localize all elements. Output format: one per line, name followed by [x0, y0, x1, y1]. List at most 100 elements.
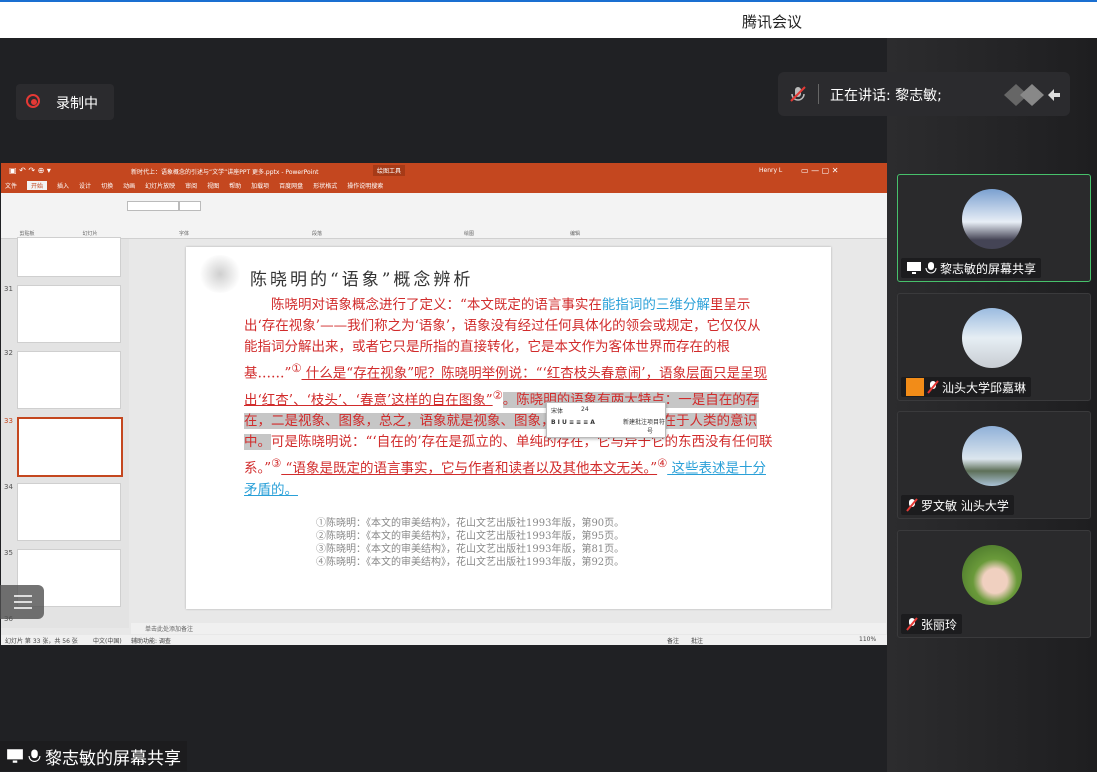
participant-tile[interactable]: 罗文敏 汕头大学 — [897, 411, 1091, 519]
tab-home[interactable]: 开始 — [27, 181, 48, 190]
participants-sidebar — [887, 38, 1097, 772]
footnote-ref: ③ — [271, 457, 282, 470]
app-title: 腾讯会议 — [742, 13, 803, 31]
ribbon-groups: 剪贴板 幻灯片 字体 段落 绘图 编辑 — [1, 230, 887, 237]
recording-label: 录制中 — [56, 96, 98, 112]
thumb-number: 34 — [4, 483, 13, 491]
tab-addins[interactable]: 加载项 — [251, 181, 269, 190]
slide-title: 陈晓明的“语象”概念辨析 — [250, 270, 474, 290]
tab-animations[interactable]: 动画 — [123, 181, 135, 190]
participant-name: 张丽玲 — [921, 617, 958, 632]
status-language: 中文(中国) — [93, 638, 122, 645]
mic-muted-icon — [790, 86, 806, 102]
record-icon — [26, 94, 40, 108]
body-text: “语象是既定的语言事实，它与作者和读者以及其他本文无关。” — [281, 460, 658, 477]
slide-thumbnails-pane: 31 32 33 34 35 36 — [1, 237, 129, 628]
slide-thumbnail[interactable] — [17, 483, 121, 541]
mic-icon — [28, 749, 41, 762]
mini-size[interactable]: 24 — [581, 406, 589, 413]
slide-thumbnail[interactable] — [17, 351, 121, 409]
back-arrow-icon[interactable] — [1000, 82, 1062, 108]
mini-new-comment[interactable]: 新建批注 — [623, 417, 647, 426]
notes-pane[interactable]: 单击此处添加备注 — [131, 623, 886, 634]
tab-view[interactable]: 视图 — [207, 181, 219, 190]
tab-file[interactable]: 文件 — [5, 181, 17, 190]
thumb-number: 31 — [4, 285, 13, 293]
share-label-text: 黎志敏的屏幕共享 — [45, 748, 181, 769]
thumb-number: 32 — [4, 349, 13, 357]
participant-name: 汕头大学邱嘉琳 — [942, 380, 1027, 395]
tab-design[interactable]: 设计 — [79, 181, 91, 190]
app-titlebar: 腾讯会议 — [0, 0, 1097, 38]
tab-help[interactable]: 帮助 — [229, 181, 241, 190]
mini-bullets[interactable]: 项目符号 — [647, 417, 665, 435]
ppt-titlebar: ▣ ↶ ↷ ⊕ ▾ 新时代上：语象概念的引述与“文学”讲座PPT 更多.pptx… — [1, 163, 887, 193]
mic-icon — [925, 262, 937, 274]
mic-muted-icon — [906, 617, 918, 631]
avatar — [962, 308, 1022, 368]
ppt-statusbar: 幻灯片 第 33 张，共 56 张 中文(中国) 辅助功能: 调查 备注 批注 … — [1, 635, 887, 645]
speaker-bar: 正在讲话: 黎志敏; — [778, 72, 1070, 116]
mini-format-icons[interactable]: B I U ≡ ≡ ≡ A — [551, 419, 595, 426]
thumb-number: 35 — [4, 549, 13, 557]
recording-indicator[interactable]: 录制中 — [16, 84, 114, 120]
slide-thumbnail[interactable] — [17, 285, 121, 343]
font-name-box[interactable] — [127, 201, 179, 211]
mic-muted-icon — [927, 380, 939, 394]
tab-review[interactable]: 审阅 — [185, 181, 197, 190]
zoom-level[interactable]: 110% — [859, 636, 876, 643]
footnote-ref: ② — [492, 388, 503, 402]
footnote: ④陈晓明：《本文的审美结构》，花山文艺出版社1993年版，第92页。 — [316, 557, 625, 568]
ppt-filename: 新时代上：语象概念的引述与“文学”讲座PPT 更多.pptx - PowerPo… — [131, 169, 319, 176]
group-font: 字体 — [178, 231, 189, 237]
status-accessibility[interactable]: 辅助功能: 调查 — [131, 636, 171, 645]
thumb-number: 33 — [4, 417, 13, 425]
mini-toolbar[interactable]: 宋体 24 B I U ≡ ≡ ≡ A 新建批注 项目符号 — [546, 402, 666, 438]
screen-share-icon — [907, 262, 921, 274]
group-editing: 编辑 — [569, 231, 580, 237]
tab-transitions[interactable]: 切换 — [101, 181, 113, 190]
slide-thumbnail[interactable] — [17, 237, 121, 277]
chat-toggle-button[interactable] — [0, 585, 44, 619]
participant-tile[interactable]: 黎志敏的屏幕共享 — [897, 174, 1091, 282]
ppt-tabs: 文件 开始 插入 设计 切换 动画 幻灯片放映 审阅 视图 帮助 加载项 百度网… — [5, 181, 383, 190]
tab-slideshow[interactable]: 幻灯片放映 — [145, 181, 175, 190]
status-notes-button[interactable]: 备注 — [667, 636, 679, 645]
group-drawing: 绘图 — [463, 231, 474, 237]
avatar — [962, 426, 1022, 486]
participant-name: 罗文敏 汕头大学 — [921, 498, 1009, 513]
share-label: 黎志敏的屏幕共享 — [0, 741, 187, 771]
tell-me-search[interactable]: 操作说明搜索 — [347, 181, 383, 190]
ppt-quick-access[interactable]: ▣ ↶ ↷ ⊕ ▾ — [9, 166, 51, 175]
ppt-ribbon: 剪贴板 幻灯片 字体 段落 绘图 编辑 — [1, 193, 887, 239]
status-slide-count: 幻灯片 第 33 张，共 56 张 — [5, 638, 78, 645]
slide-thumbnail-selected[interactable] — [17, 417, 123, 477]
window-controls[interactable]: ▭ — ▢ ✕ — [801, 166, 838, 175]
mini-font[interactable]: 宋体 — [551, 406, 563, 415]
group-paragraph: 段落 — [311, 231, 322, 237]
tab-baidu[interactable]: 百度网盘 — [279, 181, 303, 190]
slide-body-text[interactable]: 陈晓明对语象概念进行了定义：“本文既定的语言事实在能指词的三维分解里呈示出‘存在… — [244, 295, 774, 501]
font-size-box[interactable] — [179, 201, 201, 211]
notes-placeholder: 单击此处添加备注 — [145, 626, 194, 633]
participant-tile[interactable]: 张丽玲 — [897, 530, 1091, 638]
drawing-tools-label: 绘图工具 — [373, 165, 406, 176]
slide-canvas[interactable]: 陈晓明的“语象”概念辨析 陈晓明对语象概念进行了定义：“本文既定的语言事实在能指… — [186, 247, 831, 609]
status-comments-button[interactable]: 批注 — [691, 636, 703, 645]
ppt-user[interactable]: Henry L — [759, 167, 782, 174]
participant-label: 罗文敏 汕头大学 — [901, 495, 1014, 515]
footnotes: ①陈晓明：《本文的审美结构》，花山文艺出版社1993年版，第90页。 ②陈晓明：… — [316, 517, 624, 569]
avatar — [962, 189, 1022, 249]
brush-logo — [198, 255, 242, 293]
avatar — [962, 545, 1022, 605]
participant-tile[interactable]: 汕头大学邱嘉琳 — [897, 293, 1091, 401]
footnote-ref: ④ — [657, 457, 668, 470]
group-slides: 幻灯片 — [82, 231, 98, 237]
participant-label: 黎志敏的屏幕共享 — [901, 258, 1042, 278]
body-text-blue: 能指词的三维分解 — [601, 297, 710, 313]
tab-shape-format[interactable]: 形状格式 — [313, 181, 337, 190]
user-icon — [906, 378, 924, 396]
separator — [818, 84, 819, 104]
tab-insert[interactable]: 插入 — [57, 181, 69, 190]
footnote-ref: ① — [291, 362, 302, 375]
